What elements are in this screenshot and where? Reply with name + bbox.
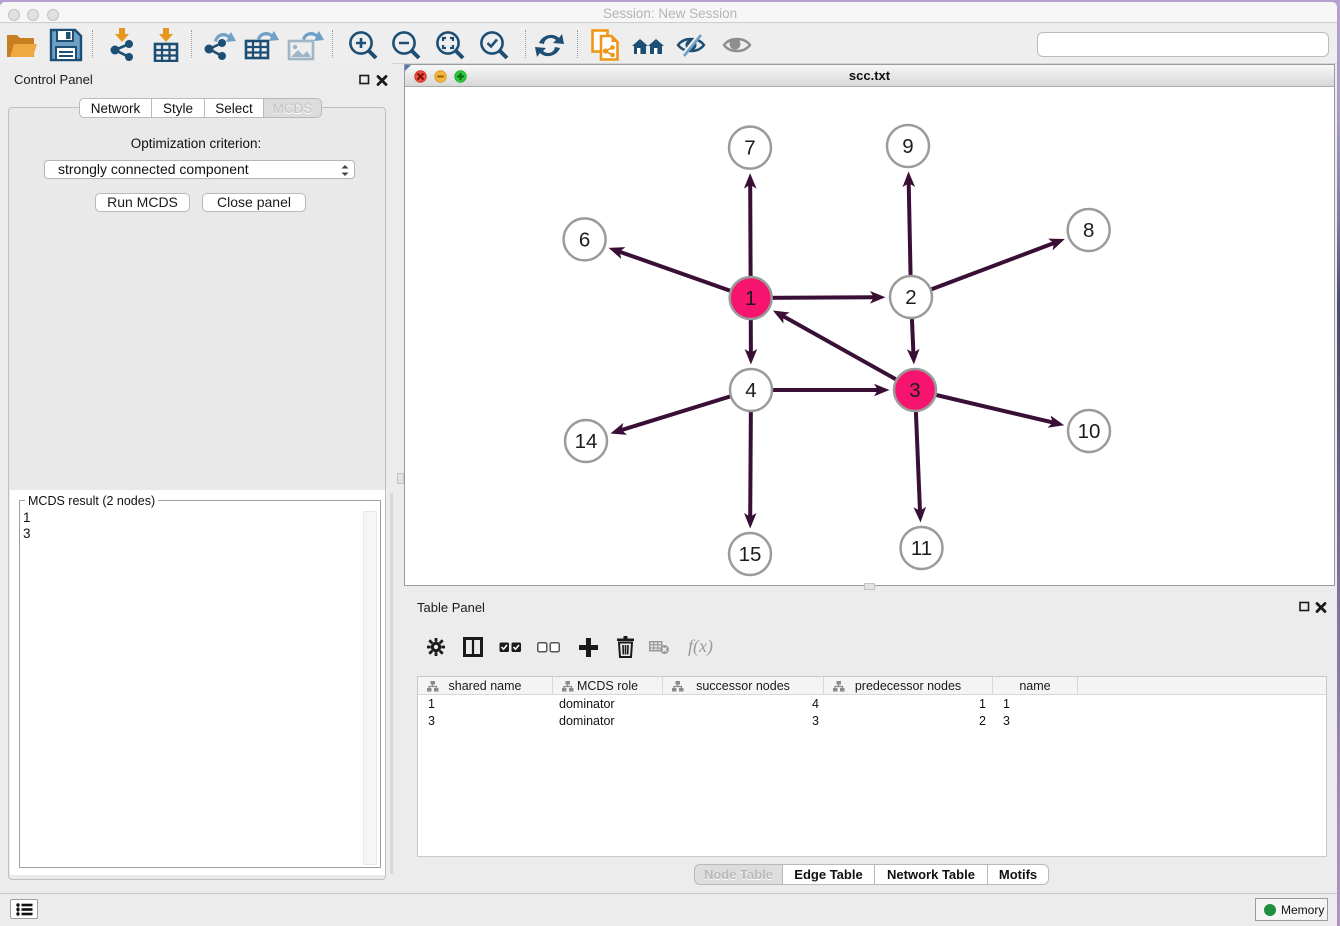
svg-text:4: 4 xyxy=(745,379,756,402)
svg-text:6: 6 xyxy=(579,228,590,251)
svg-text:3: 3 xyxy=(909,379,920,402)
svg-text:7: 7 xyxy=(744,137,755,160)
svg-text:2: 2 xyxy=(905,286,916,309)
svg-text:14: 14 xyxy=(575,430,598,453)
svg-text:15: 15 xyxy=(739,543,762,566)
svg-text:10: 10 xyxy=(1078,420,1101,443)
svg-text:9: 9 xyxy=(902,135,913,158)
svg-text:11: 11 xyxy=(911,537,932,560)
svg-text:8: 8 xyxy=(1083,219,1094,242)
svg-text:1: 1 xyxy=(745,287,756,310)
